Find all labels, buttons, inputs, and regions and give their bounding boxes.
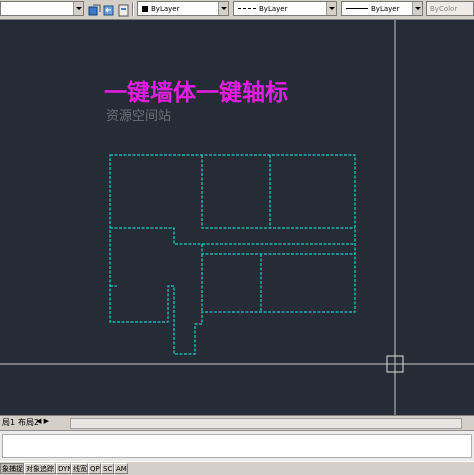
lineweight-toggle[interactable]: 线宽 bbox=[71, 463, 88, 474]
wall-lower-top[interactable] bbox=[201, 244, 355, 255]
tab-layout1[interactable]: 局1 bbox=[2, 417, 15, 428]
floor-plan[interactable] bbox=[109, 154, 356, 355]
corridor-wall[interactable] bbox=[110, 227, 355, 245]
status-bar: 象捕捉 对象追踪 DYN 线宽 QP SC AM bbox=[0, 461, 474, 475]
wall-upper-left[interactable] bbox=[201, 155, 355, 229]
snap-toggle[interactable]: 象捕捉 bbox=[0, 463, 24, 474]
am-toggle[interactable]: AM bbox=[114, 463, 128, 474]
layout-tabbar: 局1 布局2 ◀ ▶ bbox=[0, 415, 474, 430]
horizontal-scrollbar[interactable] bbox=[70, 418, 462, 429]
sc-toggle[interactable]: SC bbox=[101, 463, 114, 474]
command-window bbox=[0, 430, 474, 461]
drawing-title: 一键墙体一键轴标 bbox=[104, 80, 288, 106]
tab-scroll-arrows-icon[interactable]: ◀ ▶ bbox=[36, 417, 49, 425]
osnap-tracking-toggle[interactable]: 对象追踪 bbox=[24, 463, 56, 474]
qp-toggle[interactable]: QP bbox=[88, 463, 101, 474]
command-input[interactable] bbox=[2, 434, 472, 458]
watermark-text: 资源空间站 bbox=[106, 109, 172, 124]
drawing-canvas[interactable] bbox=[0, 0, 474, 474]
dyn-toggle[interactable]: DYN bbox=[56, 463, 71, 474]
